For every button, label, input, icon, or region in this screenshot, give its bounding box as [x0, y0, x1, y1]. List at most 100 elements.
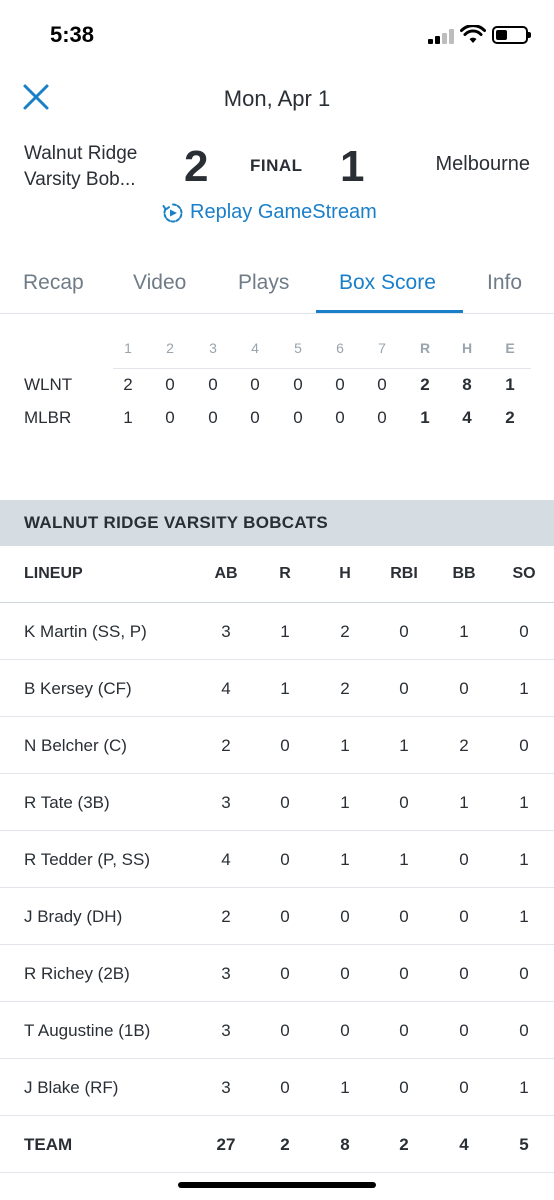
player-name: J Blake (RF) — [24, 1078, 119, 1097]
stat-value: 4 — [221, 850, 231, 869]
stat-value: 0 — [459, 1021, 469, 1040]
inning-header: 6 — [336, 340, 344, 356]
linescore-hits: 4 — [462, 408, 472, 427]
stat-value: 2 — [340, 622, 350, 641]
linescore-divider — [113, 368, 531, 369]
player-row[interactable]: J Blake (RF) 3 0 1 0 0 1 — [0, 1059, 554, 1116]
tab-bar: Recap Video Plays Box Score Info — [0, 260, 554, 314]
player-name: N Belcher (C) — [24, 736, 127, 755]
linescore-value: 0 — [377, 375, 387, 394]
stat-value: 1 — [519, 679, 529, 698]
linescore-value: 0 — [208, 408, 218, 427]
stat-value: 3 — [221, 793, 231, 812]
stat-value: 3 — [221, 1078, 231, 1097]
linescore-value: 0 — [250, 375, 260, 394]
stat-value: 1 — [399, 850, 409, 869]
stat-value: 3 — [221, 1021, 231, 1040]
stat-value: 2 — [340, 679, 350, 698]
stat-value: 0 — [280, 1078, 290, 1097]
player-name: K Martin (SS, P) — [24, 622, 147, 641]
stat-value: 0 — [399, 964, 409, 983]
tab-info[interactable]: Info — [487, 271, 522, 295]
player-row[interactable]: R Tedder (P, SS) 4 0 1 1 0 1 — [0, 831, 554, 888]
home-indicator[interactable] — [178, 1182, 376, 1188]
linescore-team: WLNT — [24, 375, 73, 394]
stat-value: 0 — [519, 736, 529, 755]
page-title: Mon, Apr 1 — [223, 86, 331, 111]
player-row[interactable]: K Martin (SS, P) 3 1 2 0 1 0 — [0, 603, 554, 660]
stat-value: 0 — [399, 622, 409, 641]
stat-value: 1 — [519, 850, 529, 869]
stat-value: 2 — [221, 736, 231, 755]
battery-icon — [492, 26, 531, 44]
stat-value: 1 — [459, 793, 469, 812]
linescore-value: 0 — [250, 408, 260, 427]
linescore-row: MLBR 1 0 0 0 0 0 0 1 4 2 — [0, 408, 554, 432]
game-status: FINAL — [250, 156, 303, 175]
inning-header: 5 — [294, 340, 302, 356]
linescore-value: 2 — [123, 375, 133, 394]
stat-value: 0 — [280, 964, 290, 983]
column-header: LINEUP — [24, 565, 83, 582]
player-row[interactable]: R Richey (2B) 3 0 0 0 0 0 — [0, 945, 554, 1002]
stat-value: 0 — [399, 1021, 409, 1040]
player-row[interactable]: R Tate (3B) 3 0 1 0 1 1 — [0, 774, 554, 831]
signal-icon — [428, 28, 456, 44]
stat-value: 0 — [280, 850, 290, 869]
total-value: 8 — [340, 1135, 350, 1154]
player-row[interactable]: J Brady (DH) 2 0 0 0 0 1 — [0, 888, 554, 945]
stat-value: 0 — [459, 964, 469, 983]
stat-value: 2 — [459, 736, 469, 755]
stat-value: 1 — [519, 1078, 529, 1097]
stat-value: 0 — [399, 1078, 409, 1097]
stat-value: 1 — [340, 1078, 350, 1097]
stat-value: 0 — [519, 622, 529, 641]
total-value: 2 — [399, 1135, 409, 1154]
stat-value: 0 — [399, 679, 409, 698]
linescore-value: 0 — [335, 375, 345, 394]
total-value: 2 — [280, 1135, 290, 1154]
stat-value: 0 — [399, 793, 409, 812]
tab-box-score[interactable]: Box Score — [339, 271, 436, 295]
tab-video[interactable]: Video — [133, 271, 186, 295]
stat-value: 0 — [280, 793, 290, 812]
player-name: R Richey (2B) — [24, 964, 130, 983]
stat-value: 1 — [459, 622, 469, 641]
column-header: RBI — [390, 565, 418, 582]
team-total-row: TEAM 27 2 8 2 4 5 — [0, 1116, 554, 1173]
stat-value: 0 — [519, 964, 529, 983]
player-row[interactable]: T Augustine (1B) 3 0 0 0 0 0 — [0, 1002, 554, 1059]
replay-gamestream-link[interactable]: Replay GameStream — [162, 201, 377, 224]
tab-plays[interactable]: Plays — [238, 271, 289, 295]
linescore-runs: 2 — [420, 375, 430, 394]
linescore-value: 0 — [293, 408, 303, 427]
errors-header: E — [505, 340, 515, 356]
linescore-value: 0 — [335, 408, 345, 427]
team-total-label: TEAM — [24, 1135, 73, 1154]
inning-header: 7 — [378, 340, 386, 356]
linescore-value: 0 — [208, 375, 218, 394]
column-header: AB — [214, 565, 238, 582]
stat-value: 0 — [340, 907, 350, 926]
stat-value: 2 — [221, 907, 231, 926]
stat-value: 1 — [340, 850, 350, 869]
linescore-team: MLBR — [24, 408, 72, 427]
player-row[interactable]: N Belcher (C) 2 0 1 1 2 0 — [0, 717, 554, 774]
tab-recap[interactable]: Recap — [23, 271, 84, 295]
stat-value: 3 — [221, 622, 231, 641]
stat-value: 0 — [340, 964, 350, 983]
status-time: 5:38 — [50, 22, 95, 47]
player-row[interactable]: B Kersey (CF) 4 1 2 0 0 1 — [0, 660, 554, 717]
inning-header: 2 — [166, 340, 174, 356]
linescore-value: 0 — [165, 408, 175, 427]
column-header: SO — [512, 565, 536, 582]
stat-value: 0 — [280, 1021, 290, 1040]
replay-label: Replay GameStream — [190, 201, 377, 223]
linescore-value: 0 — [165, 375, 175, 394]
team-section-title: WALNUT RIDGE VARSITY BOBCATS — [24, 513, 329, 532]
linescore-value: 0 — [377, 408, 387, 427]
total-value: 27 — [216, 1135, 236, 1154]
replay-icon — [162, 203, 183, 222]
status-bar: 5:38 — [0, 0, 554, 70]
home-team-name: Walnut Ridge Varsity Bob... — [24, 143, 138, 190]
